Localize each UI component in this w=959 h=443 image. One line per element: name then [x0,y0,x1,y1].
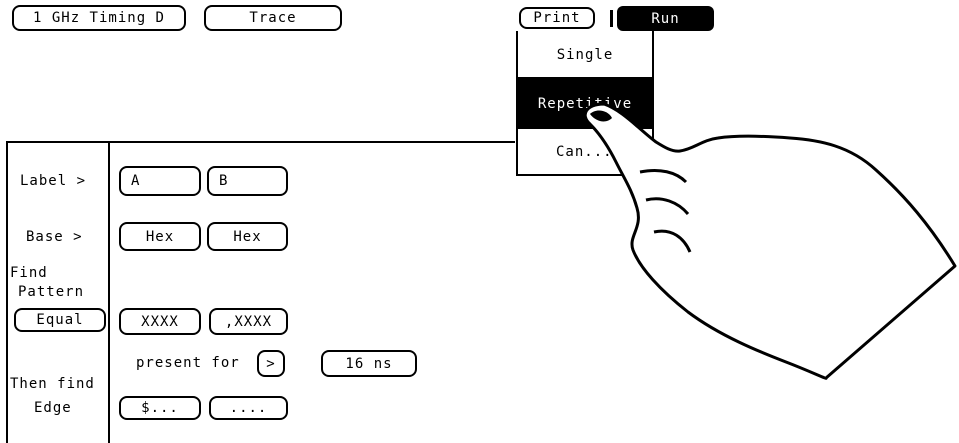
hand-outline [583,102,957,380]
pointing-hand-illustration [583,102,957,380]
